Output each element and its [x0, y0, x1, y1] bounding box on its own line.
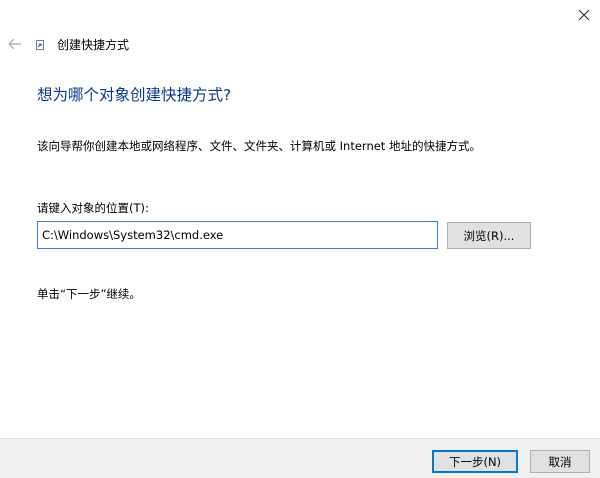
back-arrow-icon [8, 38, 21, 50]
cancel-button[interactable]: 取消 [530, 450, 590, 473]
page-heading: 想为哪个对象创建快捷方式? [37, 86, 232, 104]
back-button[interactable] [6, 34, 24, 54]
create-shortcut-wizard: 创建快捷方式 想为哪个对象创建快捷方式? 该向导帮你创建本地或网络程序、文件、文… [0, 0, 600, 478]
next-hint: 单击“下一步”继续。 [37, 287, 141, 301]
browse-button[interactable]: 浏览(R)... [447, 222, 531, 249]
location-input[interactable] [37, 221, 438, 249]
wizard-description: 该向导帮你创建本地或网络程序、文件、文件夹、计算机或 Internet 地址的快… [37, 139, 481, 153]
close-icon [578, 9, 590, 21]
shortcut-icon [36, 40, 44, 50]
close-button[interactable] [568, 0, 600, 30]
location-label: 请键入对象的位置(T): [37, 201, 149, 215]
wizard-title: 创建快捷方式 [57, 38, 130, 52]
next-button[interactable]: 下一步(N) [432, 450, 518, 473]
